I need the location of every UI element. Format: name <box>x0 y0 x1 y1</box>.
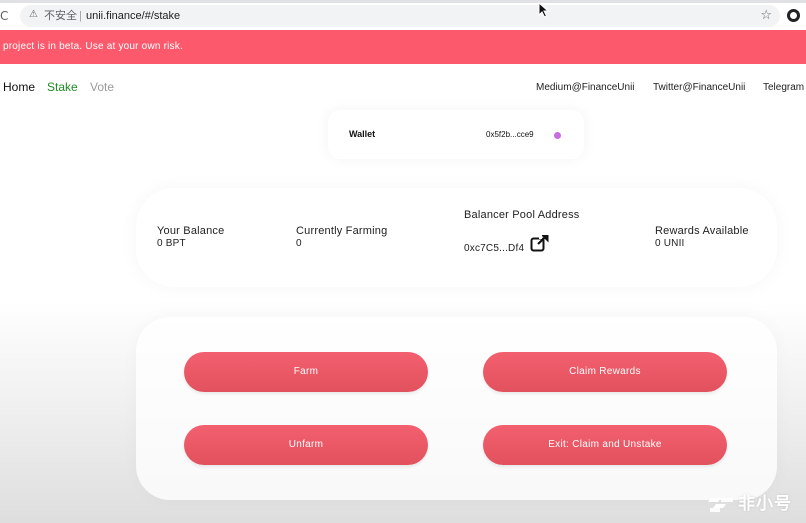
telegram-link[interactable]: Telegram <box>763 81 804 94</box>
tab-strip <box>0 0 806 3</box>
medium-link[interactable]: Medium@FinanceUnii <box>536 81 635 94</box>
farm-button[interactable]: Farm <box>184 352 428 392</box>
open-link-icon[interactable] <box>530 234 550 252</box>
wallet-status-dot <box>554 132 561 139</box>
address-bar[interactable]: ⚠ 不安全 | unii.finance/#/stake ☆ <box>20 5 780 27</box>
rewards-value: 0 UNII <box>655 238 685 249</box>
profile-icon[interactable] <box>787 9 800 22</box>
pool-address-label: Balancer Pool Address <box>464 209 580 221</box>
url-separator: | <box>79 10 82 22</box>
cursor-icon <box>538 2 550 18</box>
actions-card: Farm Claim Rewards Unfarm Exit: Claim an… <box>136 317 777 500</box>
exit-claim-unstake-button[interactable]: Exit: Claim and Unstake <box>483 425 727 465</box>
nav-stake[interactable]: Stake <box>47 80 78 95</box>
beta-warning-text: project is in beta. Use at your own risk… <box>3 41 183 52</box>
watermark-text: 非小号 <box>738 494 792 514</box>
unfarm-button[interactable]: Unfarm <box>184 425 428 465</box>
claim-rewards-button[interactable]: Claim Rewards <box>483 352 727 392</box>
star-icon[interactable]: ☆ <box>760 7 772 25</box>
rewards-label: Rewards Available <box>655 225 749 237</box>
url-text[interactable]: unii.finance/#/stake <box>86 9 180 23</box>
balance-value: 0 BPT <box>157 238 186 249</box>
watermark-logo-icon <box>708 498 733 512</box>
reload-icon[interactable]: C <box>0 9 12 23</box>
beta-warning-banner: project is in beta. Use at your own risk… <box>0 30 806 64</box>
twitter-link[interactable]: Twitter@FinanceUnii <box>653 81 745 94</box>
nav-home[interactable]: Home <box>3 80 35 95</box>
wallet-card[interactable]: Wallet 0x5f2b...cce9 <box>328 110 584 159</box>
wallet-address: 0x5f2b...cce9 <box>486 130 534 139</box>
pool-address-value[interactable]: 0xc7C5...Df4 <box>464 243 524 255</box>
security-label[interactable]: 不安全 <box>44 9 77 23</box>
stats-card: Your Balance 0 BPT Currently Farming 0 B… <box>136 188 777 287</box>
watermark: 非小号 <box>707 491 803 517</box>
farming-label: Currently Farming <box>296 225 388 237</box>
warning-icon[interactable]: ⚠ <box>29 9 41 21</box>
browser-toolbar: C ⚠ 不安全 | unii.finance/#/stake ☆ <box>0 0 806 30</box>
nav-vote[interactable]: Vote <box>90 80 114 95</box>
balance-label: Your Balance <box>157 225 225 237</box>
farming-value: 0 <box>296 238 302 249</box>
wallet-label: Wallet <box>349 129 376 139</box>
